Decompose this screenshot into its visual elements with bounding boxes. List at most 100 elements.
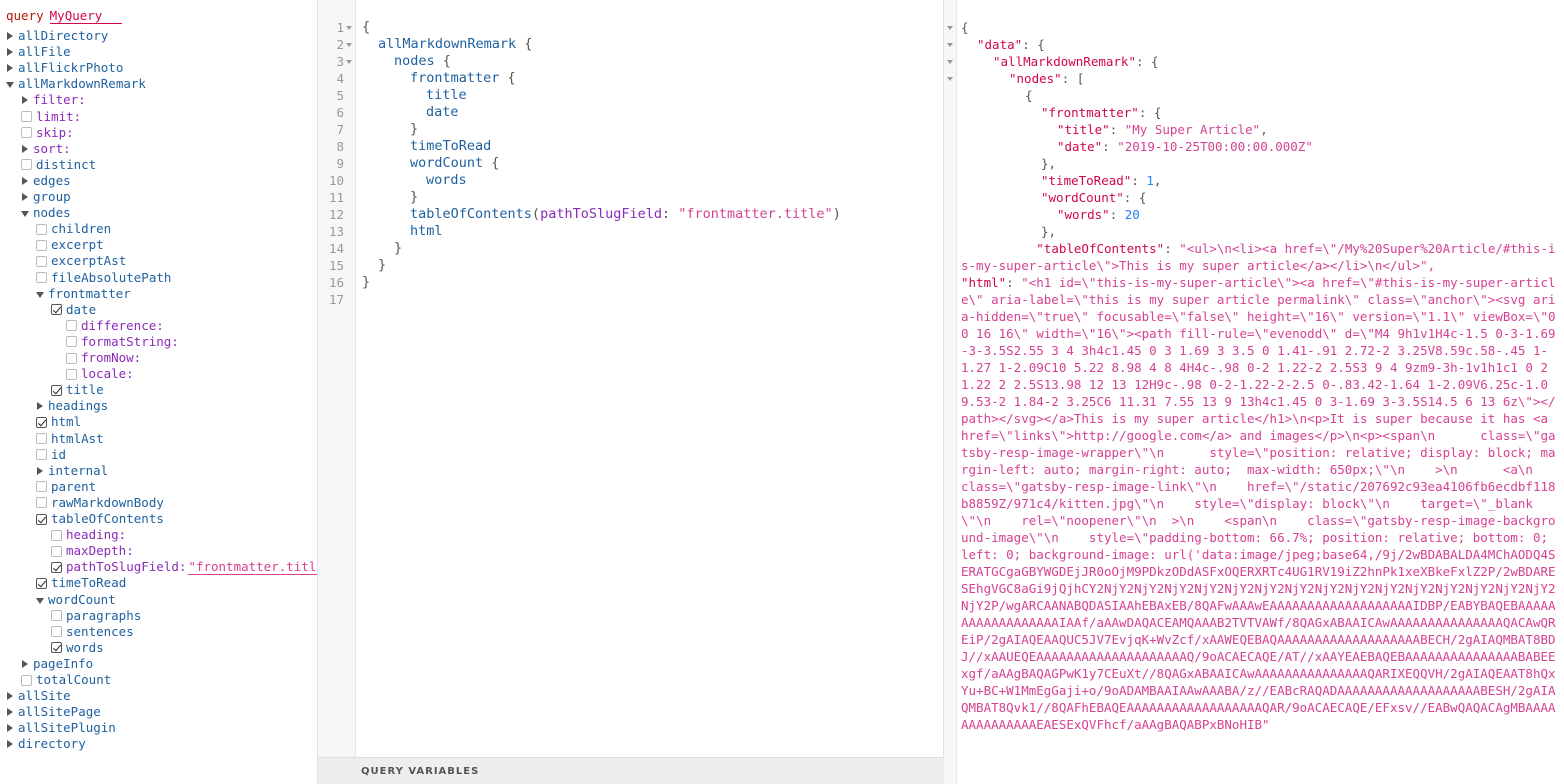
checkbox-checked-icon[interactable] <box>51 561 62 573</box>
fold-toggle-icon[interactable] <box>346 19 354 36</box>
query-editor[interactable]: 1 2 3 4 5 6 7 8 9 10 11 12 13 14 15 16 17 {allMarkdownRe… <box>318 0 944 784</box>
explorer-row-allflickrphoto[interactable]: allFlickrPhoto <box>6 60 123 76</box>
checkbox-icon[interactable] <box>66 320 77 332</box>
code-line[interactable]: } <box>362 274 370 291</box>
explorer-row-directory[interactable]: directory <box>6 736 86 752</box>
explorer-row-words[interactable]: words <box>51 640 104 656</box>
checkbox-icon[interactable] <box>21 159 32 171</box>
code-line[interactable]: wordCount { <box>410 155 499 172</box>
checkbox-icon[interactable] <box>36 497 47 509</box>
fold-toggle-icon[interactable] <box>947 70 955 87</box>
query-variables-bar[interactable]: QUERY VARIABLES <box>318 757 944 784</box>
explorer-row-difference[interactable]: difference: <box>66 318 164 334</box>
chevron-right-icon[interactable] <box>21 173 31 189</box>
explorer-row-sentences[interactable]: sentences <box>51 624 134 640</box>
explorer-row-distinct[interactable]: distinct <box>21 157 96 173</box>
explorer-row-wordcount[interactable]: wordCount <box>36 592 116 608</box>
explorer-row-group[interactable]: group <box>21 189 71 205</box>
checkbox-icon[interactable] <box>21 674 32 686</box>
explorer-row-fileabsolutepath[interactable]: fileAbsolutePath <box>36 270 171 286</box>
checkbox-icon[interactable] <box>51 545 62 557</box>
checkbox-icon[interactable] <box>36 272 47 283</box>
code-line[interactable]: frontmatter { <box>410 70 516 87</box>
explorer-row-headings[interactable]: headings <box>36 398 108 414</box>
code-line[interactable]: } <box>394 240 402 257</box>
checkbox-icon[interactable] <box>21 127 32 139</box>
chevron-right-icon[interactable] <box>6 720 16 736</box>
checkbox-icon[interactable] <box>36 255 47 267</box>
code-line[interactable]: } <box>378 257 386 274</box>
explorer-row-allsite[interactable]: allSite <box>6 688 71 704</box>
explorer-row-parent[interactable]: parent <box>36 479 96 495</box>
code-line[interactable]: } <box>410 189 418 206</box>
explorer-row-locale[interactable]: locale: <box>66 366 134 382</box>
chevron-down-icon[interactable] <box>6 76 16 92</box>
code-line[interactable]: nodes { <box>394 53 451 70</box>
fold-toggle-icon[interactable] <box>947 36 955 53</box>
checkbox-icon[interactable] <box>36 223 47 235</box>
checkbox-checked-icon[interactable] <box>36 577 47 589</box>
code-line[interactable]: html <box>410 223 443 240</box>
explorer-row-alldirectory[interactable]: allDirectory <box>6 28 108 44</box>
explorer-row-allmarkdownremark[interactable]: allMarkdownRemark <box>6 76 146 92</box>
code-line[interactable]: date <box>426 104 459 121</box>
chevron-right-icon[interactable] <box>36 398 46 414</box>
checkbox-icon[interactable] <box>21 111 32 122</box>
checkbox-icon[interactable] <box>36 481 47 493</box>
explorer-row-id[interactable]: id <box>36 447 66 463</box>
code-line[interactable]: timeToRead <box>410 138 491 155</box>
explorer-row-internal[interactable]: internal <box>36 463 108 479</box>
explorer-row-totalcount[interactable]: totalCount <box>21 672 111 688</box>
chevron-down-icon[interactable] <box>36 286 46 302</box>
chevron-right-icon[interactable] <box>21 141 31 157</box>
checkbox-icon[interactable] <box>51 610 62 622</box>
explorer-row-excerpt[interactable]: excerpt <box>36 237 104 253</box>
explorer-row-date[interactable]: date <box>51 302 96 318</box>
explorer-row-pageinfo[interactable]: pageInfo <box>21 656 93 672</box>
chevron-right-icon[interactable] <box>21 189 31 205</box>
code-line[interactable]: title <box>426 87 467 104</box>
fold-toggle-icon[interactable] <box>947 53 955 70</box>
checkbox-checked-icon[interactable] <box>51 642 62 654</box>
checkbox-icon[interactable] <box>51 529 62 541</box>
query-name-input[interactable]: MyQuery <box>49 9 122 24</box>
checkbox-icon[interactable] <box>36 433 47 444</box>
explorer-row-frontmatter[interactable]: frontmatter <box>36 286 131 302</box>
chevron-right-icon[interactable] <box>36 463 46 479</box>
argument-value-input[interactable]: "frontmatter.title <box>188 559 317 575</box>
fold-toggle-icon[interactable] <box>947 19 955 36</box>
chevron-right-icon[interactable] <box>6 736 16 752</box>
explorer-row-allsitepage[interactable]: allSitePage <box>6 704 101 720</box>
checkbox-checked-icon[interactable] <box>51 384 62 396</box>
explorer-row-allfile[interactable]: allFile <box>6 44 71 60</box>
code-line[interactable]: allMarkdownRemark { <box>378 36 532 53</box>
explorer-row-tableofcontents[interactable]: tableOfContents <box>36 511 164 527</box>
explorer-row-heading[interactable]: heading: <box>51 527 126 543</box>
explorer-row-fromnow[interactable]: fromNow: <box>66 350 141 366</box>
checkbox-icon[interactable] <box>66 336 77 348</box>
code-line[interactable]: { <box>362 19 370 36</box>
checkbox-icon[interactable] <box>66 368 77 380</box>
code-line[interactable]: words <box>426 172 467 189</box>
chevron-right-icon[interactable] <box>6 704 16 720</box>
chevron-right-icon[interactable] <box>6 688 16 704</box>
checkbox-icon[interactable] <box>36 449 47 461</box>
explorer-row-children[interactable]: children <box>36 221 111 237</box>
code-line[interactable]: } <box>410 121 418 138</box>
chevron-down-icon[interactable] <box>21 205 31 221</box>
checkbox-icon[interactable] <box>51 626 62 638</box>
explorer-row-htmlast[interactable]: htmlAst <box>36 431 104 447</box>
explorer-row-title[interactable]: title <box>51 382 104 398</box>
checkbox-checked-icon[interactable] <box>36 416 47 428</box>
chevron-right-icon[interactable] <box>21 92 31 108</box>
explorer-row-filter[interactable]: filter: <box>21 92 86 108</box>
chevron-down-icon[interactable] <box>36 592 46 608</box>
fold-toggle-icon[interactable] <box>346 36 354 53</box>
fold-toggle-icon[interactable] <box>346 53 354 70</box>
explorer-row-sort[interactable]: sort: <box>21 141 71 157</box>
explorer-row-excerptast[interactable]: excerptAst <box>36 253 126 269</box>
explorer-row-pathtoslugfield[interactable]: pathToSlugField: "frontmatter.title <box>51 559 317 575</box>
explorer-row-maxdepth[interactable]: maxDepth: <box>51 543 134 559</box>
explorer-row-allsiteplugin[interactable]: allSitePlugin <box>6 720 116 736</box>
checkbox-icon[interactable] <box>66 352 77 364</box>
